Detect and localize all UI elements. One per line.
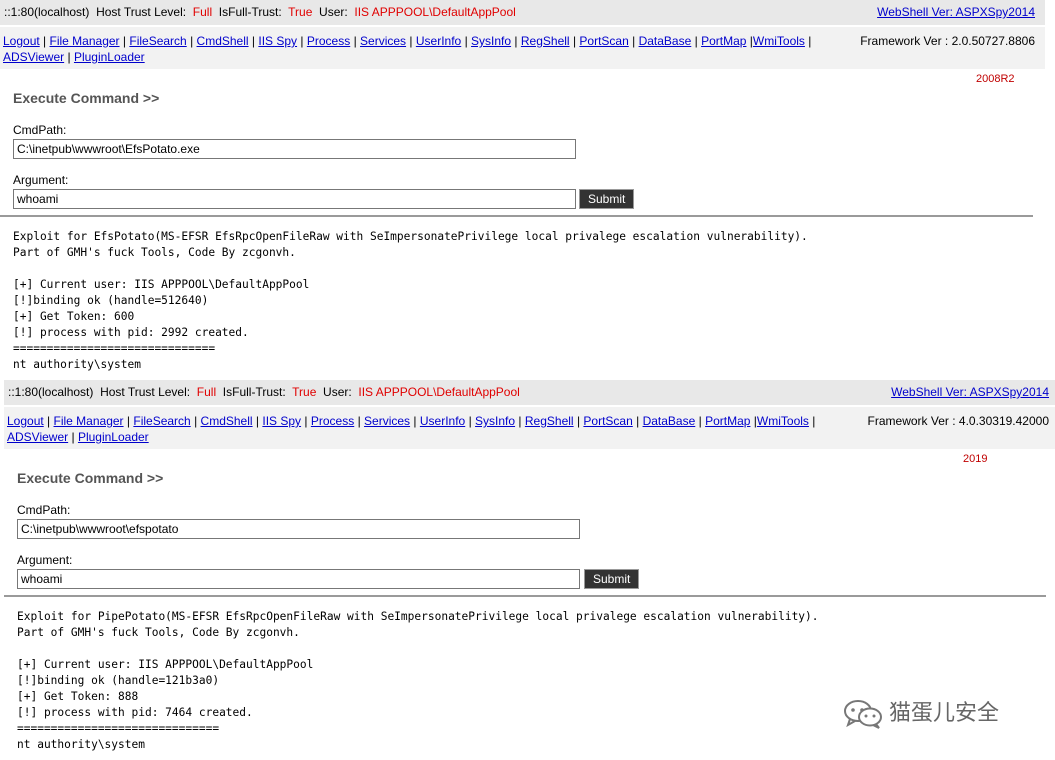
cmdpath-input[interactable] xyxy=(13,139,576,159)
output-line: [!]binding ok (handle=512640) xyxy=(13,294,209,307)
webshell-panel-1: ::1:80(localhost) Host Trust Level: Full… xyxy=(0,0,1045,380)
cmdpath-input[interactable] xyxy=(17,519,580,539)
section-title: Execute Command >> xyxy=(17,470,164,486)
submit-button[interactable]: Submit xyxy=(579,189,635,209)
nav-port-scan[interactable]: PortScan xyxy=(579,34,628,48)
nav-iis-spy[interactable]: IIS Spy xyxy=(262,414,301,428)
submit-button[interactable]: Submit xyxy=(584,569,640,589)
divider xyxy=(4,595,1046,597)
nav-iis-spy[interactable]: IIS Spy xyxy=(258,34,297,48)
nav-links: Logout | File Manager | FileSearch | Cmd… xyxy=(3,34,812,64)
section-title: Execute Command >> xyxy=(13,90,160,106)
output-line: nt authority\system xyxy=(13,358,141,371)
nav-reg-shell[interactable]: RegShell xyxy=(525,414,574,428)
status-header: ::1:80(localhost) Host Trust Level: Full… xyxy=(4,380,1055,405)
nav-port-map[interactable]: PortMap xyxy=(701,34,746,48)
argument-input[interactable] xyxy=(17,569,580,589)
nav-database[interactable]: DataBase xyxy=(643,414,696,428)
output-line: nt authority\system xyxy=(17,738,145,751)
output-line: [+] Get Token: 888 xyxy=(17,690,139,703)
nav-bar: Logout | File Manager | FileSearch | Cmd… xyxy=(4,407,1055,449)
user-value: IIS APPPOOL\DefaultAppPool xyxy=(358,385,520,399)
output-line: [!] process with pid: 7464 created. xyxy=(17,706,253,719)
trust-level-value: Full xyxy=(192,5,213,19)
nav-bar: Logout | File Manager | FileSearch | Cmd… xyxy=(0,27,1045,69)
cmdpath-label: CmdPath: xyxy=(13,123,67,137)
output-line: ============================== xyxy=(13,342,216,355)
user-value: IIS APPPOOL\DefaultAppPool xyxy=(354,5,516,19)
full-trust-value: True xyxy=(292,385,317,399)
os-tag: 2019 xyxy=(963,453,988,465)
user-label: User: xyxy=(319,5,348,19)
nav-process[interactable]: Process xyxy=(307,34,350,48)
nav-wmi-tools[interactable]: WmiTools xyxy=(753,34,805,48)
nav-file-search[interactable]: FileSearch xyxy=(133,414,190,428)
host-address: ::1:80(localhost) xyxy=(8,385,94,399)
output-line: Part of GMH's fuck Tools, Code By zcgonv… xyxy=(17,626,300,639)
nav-process[interactable]: Process xyxy=(311,414,354,428)
nav-file-search[interactable]: FileSearch xyxy=(129,34,186,48)
nav-cmd-shell[interactable]: CmdShell xyxy=(197,34,249,48)
full-trust-label: IsFull-Trust: xyxy=(218,5,282,19)
nav-logout[interactable]: Logout xyxy=(3,34,40,48)
nav-ads-viewer[interactable]: ADSViewer xyxy=(3,50,64,64)
divider xyxy=(0,215,1033,217)
framework-version: Framework Ver : 2.0.50727.8806 xyxy=(860,34,1035,48)
nav-plugin-loader[interactable]: PluginLoader xyxy=(74,50,145,64)
command-output: Exploit for EfsPotato(MS-EFSR EfsRpcOpen… xyxy=(13,229,808,373)
full-trust-label: IsFull-Trust: xyxy=(222,385,286,399)
trust-level-value: Full xyxy=(196,385,217,399)
nav-logout[interactable]: Logout xyxy=(7,414,44,428)
nav-port-scan[interactable]: PortScan xyxy=(583,414,632,428)
nav-sys-info[interactable]: SysInfo xyxy=(475,414,515,428)
host-info: ::1:80(localhost) Host Trust Level: Full… xyxy=(8,380,520,405)
output-line: Exploit for EfsPotato(MS-EFSR EfsRpcOpen… xyxy=(13,230,808,243)
nav-port-map[interactable]: PortMap xyxy=(705,414,750,428)
nav-file-manager[interactable]: File Manager xyxy=(54,414,124,428)
output-line: [+] Current user: IIS APPPOOL\DefaultApp… xyxy=(17,658,314,671)
output-line: Part of GMH's fuck Tools, Code By zcgonv… xyxy=(13,246,296,259)
nav-services[interactable]: Services xyxy=(360,34,406,48)
trust-level-label: Host Trust Level: xyxy=(96,5,187,19)
nav-database[interactable]: DataBase xyxy=(639,34,692,48)
nav-user-info[interactable]: UserInfo xyxy=(420,414,465,428)
nav-links: Logout | File Manager | FileSearch | Cmd… xyxy=(7,414,816,444)
output-line: [!]binding ok (handle=121b3a0) xyxy=(17,674,220,687)
output-line: [!] process with pid: 2992 created. xyxy=(13,326,249,339)
webshell-version-link[interactable]: WebShell Ver: ASPXSpy2014 xyxy=(877,0,1035,25)
nav-wmi-tools[interactable]: WmiTools xyxy=(757,414,809,428)
nav-sys-info[interactable]: SysInfo xyxy=(471,34,511,48)
output-line: [+] Current user: IIS APPPOOL\DefaultApp… xyxy=(13,278,310,291)
output-line: [+] Get Token: 600 xyxy=(13,310,135,323)
host-address: ::1:80(localhost) xyxy=(4,5,90,19)
webshell-version-link[interactable]: WebShell Ver: ASPXSpy2014 xyxy=(891,380,1049,405)
argument-input[interactable] xyxy=(13,189,576,209)
host-info: ::1:80(localhost) Host Trust Level: Full… xyxy=(4,0,516,25)
nav-plugin-loader[interactable]: PluginLoader xyxy=(78,430,149,444)
trust-level-label: Host Trust Level: xyxy=(100,385,191,399)
wechat-icon xyxy=(844,700,882,730)
full-trust-value: True xyxy=(288,5,313,19)
argument-label: Argument: xyxy=(17,553,73,567)
status-header: ::1:80(localhost) Host Trust Level: Full… xyxy=(0,0,1045,25)
output-line: ============================== xyxy=(17,722,220,735)
nav-reg-shell[interactable]: RegShell xyxy=(521,34,570,48)
command-output: Exploit for PipePotato(MS-EFSR EfsRpcOpe… xyxy=(17,609,819,753)
framework-version: Framework Ver : 4.0.30319.42000 xyxy=(867,414,1049,428)
nav-file-manager[interactable]: File Manager xyxy=(50,34,120,48)
user-label: User: xyxy=(323,385,352,399)
nav-services[interactable]: Services xyxy=(364,414,410,428)
os-tag: 2008R2 xyxy=(976,73,1015,85)
nav-cmd-shell[interactable]: CmdShell xyxy=(201,414,253,428)
nav-ads-viewer[interactable]: ADSViewer xyxy=(7,430,68,444)
cmdpath-label: CmdPath: xyxy=(17,503,71,517)
watermark-text: 猫蛋儿安全 xyxy=(889,700,1000,725)
watermark: 猫蛋儿安全 xyxy=(843,695,999,731)
output-line: Exploit for PipePotato(MS-EFSR EfsRpcOpe… xyxy=(17,610,819,623)
nav-user-info[interactable]: UserInfo xyxy=(416,34,461,48)
argument-label: Argument: xyxy=(13,173,69,187)
